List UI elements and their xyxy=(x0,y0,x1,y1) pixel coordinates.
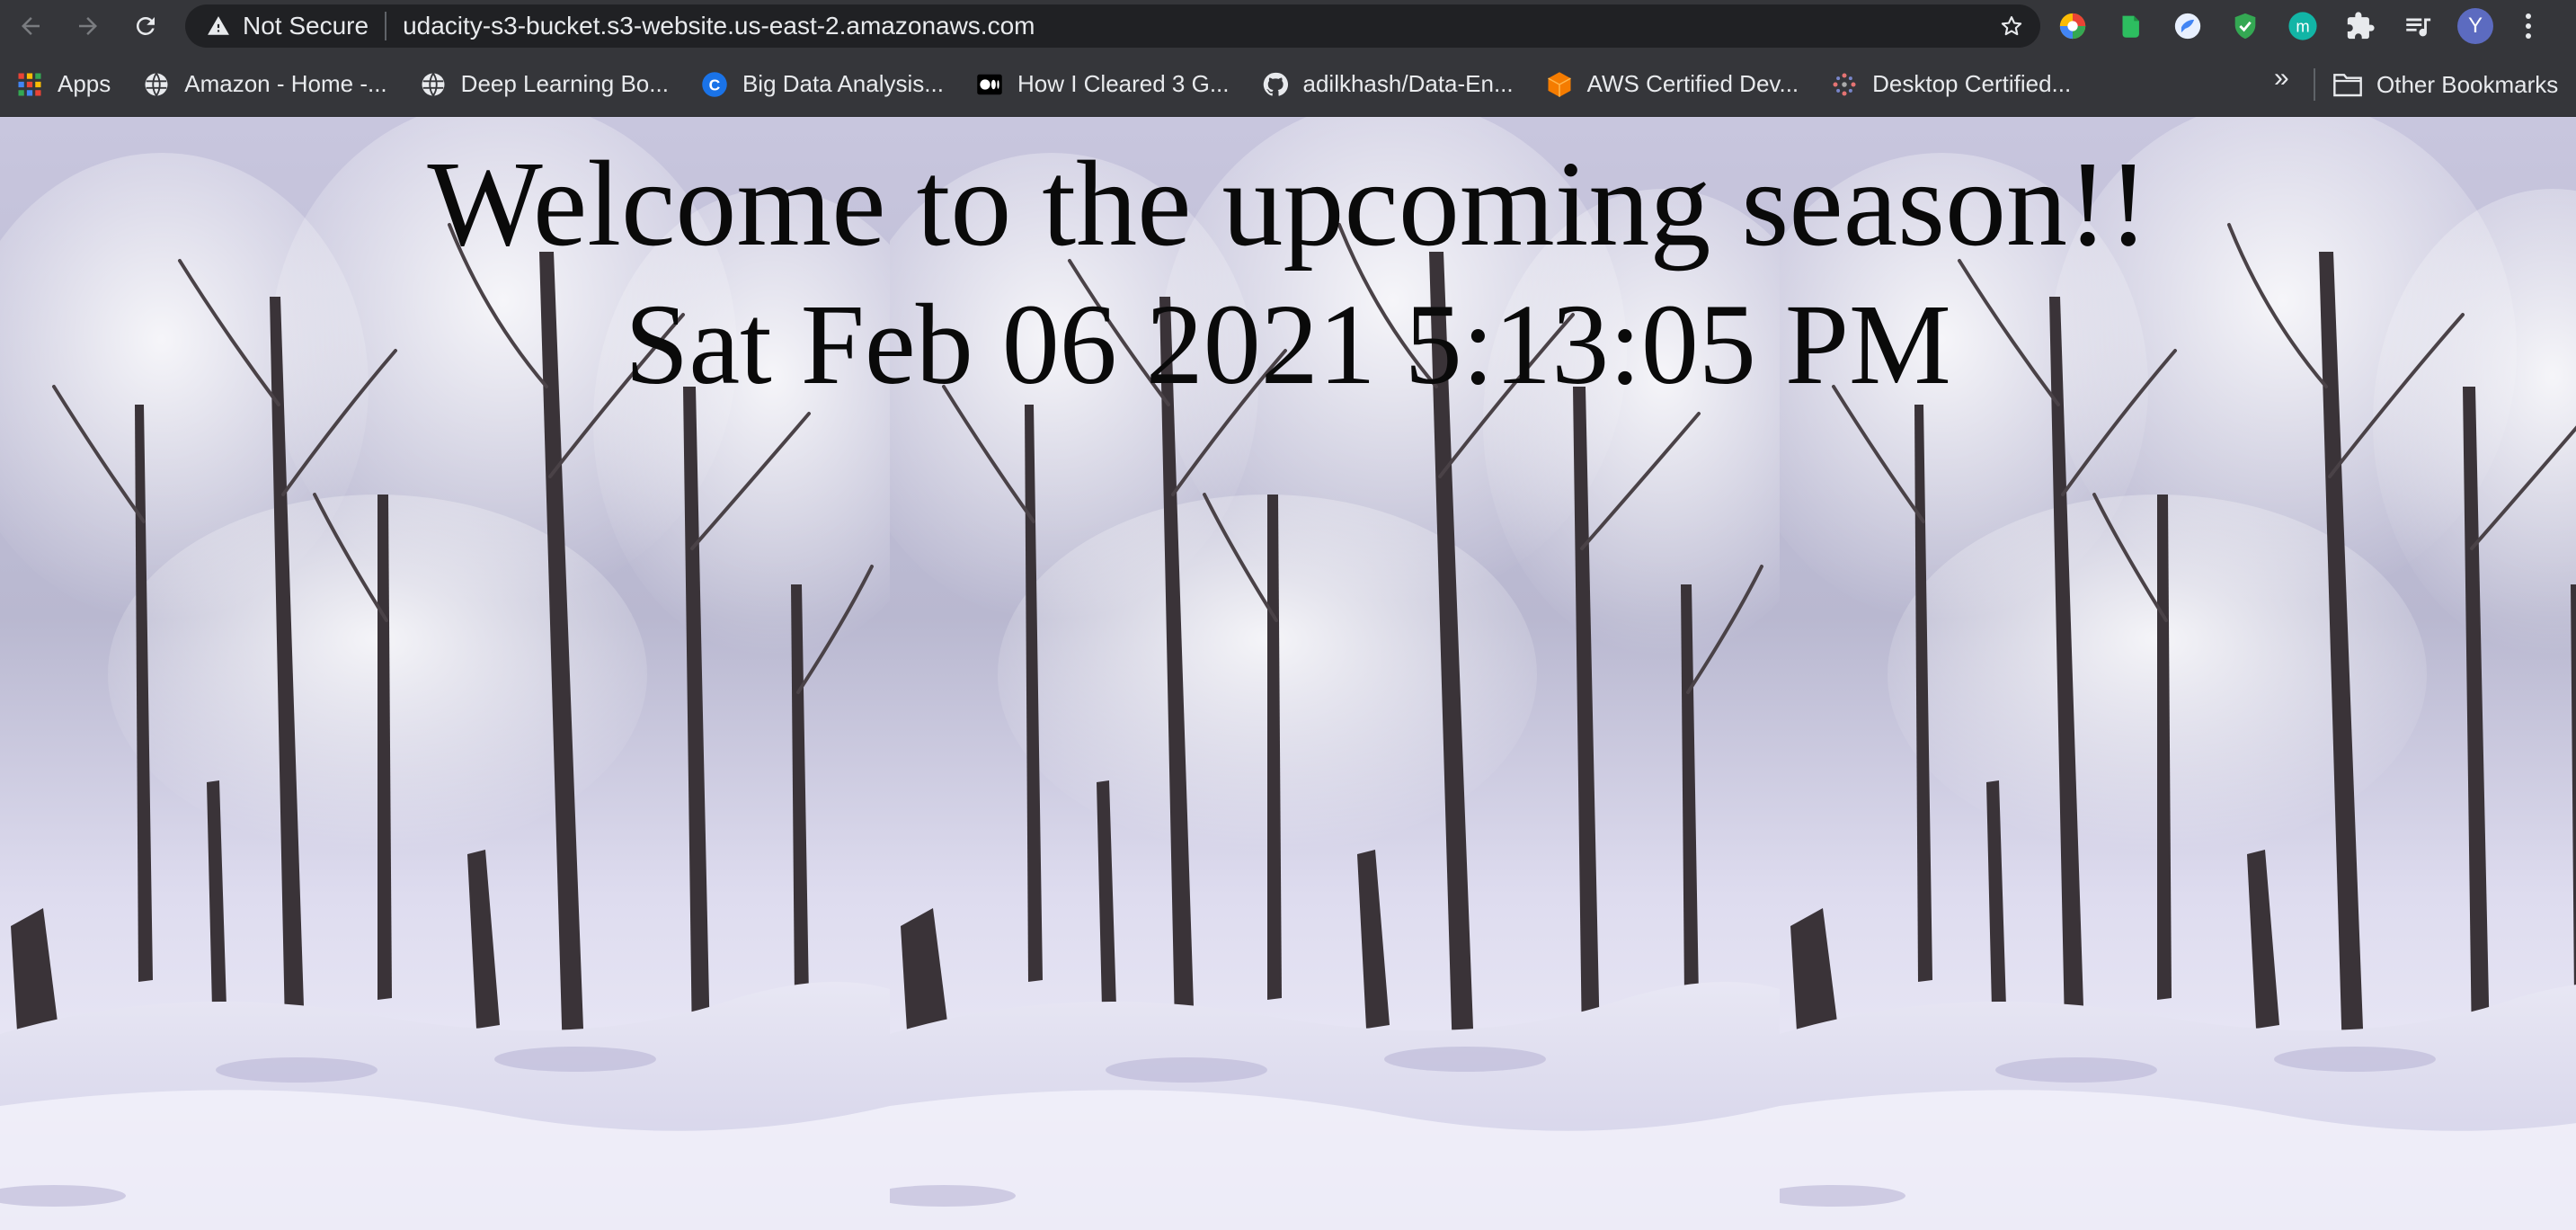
page-header: Welcome to the upcoming season!! Sat Feb… xyxy=(0,137,2576,412)
bookmark-apps[interactable]: Apps xyxy=(16,70,111,98)
arrow-left-icon xyxy=(22,17,40,35)
evernote-icon[interactable] xyxy=(2112,8,2148,44)
bookmark-github-repo[interactable]: adilkhash/Data-En... xyxy=(1262,70,1514,98)
shield-check-icon[interactable] xyxy=(2227,8,2263,44)
extensions-area: m Y xyxy=(2055,0,2542,52)
reload-button[interactable] xyxy=(124,4,167,48)
bookmark-amazon[interactable]: Amazon - Home -... xyxy=(143,70,387,98)
bookmark-star-icon[interactable] xyxy=(1999,13,2024,39)
arrow-right-icon xyxy=(79,17,97,35)
globe-icon xyxy=(420,71,447,98)
bookmarks-divider xyxy=(2314,68,2315,101)
browser-toolbar: Not Secure udacity-s3-bucket.s3-website.… xyxy=(0,0,2576,52)
bookmark-medium-article[interactable]: How I Cleared 3 G... xyxy=(976,70,1230,98)
bookmark-big-data[interactable]: C Big Data Analysis... xyxy=(701,70,944,98)
menu-kebab-icon[interactable] xyxy=(2515,8,2542,44)
color-wheel-icon[interactable] xyxy=(2055,8,2091,44)
cube-icon xyxy=(1546,71,1573,98)
bookmark-deep-learning[interactable]: Deep Learning Bo... xyxy=(420,70,669,98)
c-logo-icon: C xyxy=(701,71,728,98)
bookmark-label: How I Cleared 3 G... xyxy=(1017,70,1230,97)
url-text[interactable]: udacity-s3-bucket.s3-website.us-east-2.a… xyxy=(386,12,1035,40)
media-control-icon[interactable] xyxy=(2400,8,2436,44)
bookmark-aws-certified[interactable]: AWS Certified Dev... xyxy=(1546,70,1799,98)
other-bookmarks-folder[interactable]: Other Bookmarks xyxy=(2333,52,2558,117)
m-extension-icon[interactable]: m xyxy=(2285,8,2321,44)
svg-text:C: C xyxy=(709,76,721,94)
globe-icon xyxy=(143,71,170,98)
apps-grid-icon xyxy=(16,71,43,98)
security-status[interactable]: Not Secure xyxy=(243,12,387,40)
bookmark-label: Apps xyxy=(58,70,111,97)
bookmarks-bar: Apps Amazon - Home -... Deep Learning Bo… xyxy=(0,52,2576,117)
address-bar[interactable]: Not Secure udacity-s3-bucket.s3-website.… xyxy=(185,4,2040,48)
reload-icon xyxy=(136,16,155,35)
bird-extension-icon[interactable] xyxy=(2170,8,2206,44)
bookmark-label: Amazon - Home -... xyxy=(184,70,387,97)
bookmark-label: Deep Learning Bo... xyxy=(460,70,669,97)
sparkle-icon xyxy=(1831,71,1858,98)
warning-icon xyxy=(208,16,229,35)
puzzle-icon[interactable] xyxy=(2342,8,2378,44)
bookmark-label: adilkhash/Data-En... xyxy=(1302,70,1514,97)
bookmarks-overflow-button[interactable]: » xyxy=(2274,63,2289,94)
folder-icon xyxy=(2333,74,2362,97)
svg-text:m: m xyxy=(2296,16,2309,35)
bookmark-label: Desktop Certified... xyxy=(1872,70,2072,97)
forward-button[interactable] xyxy=(67,4,110,48)
profile-avatar[interactable]: Y xyxy=(2457,8,2493,44)
bookmark-label: Big Data Analysis... xyxy=(742,70,944,97)
web-page-content: Welcome to the upcoming season!! Sat Feb… xyxy=(0,117,2576,1230)
bookmark-desktop-certified[interactable]: Desktop Certified... xyxy=(1831,70,2071,98)
other-bookmarks-label: Other Bookmarks xyxy=(2376,70,2559,98)
back-button[interactable] xyxy=(9,4,52,48)
github-icon xyxy=(1262,71,1289,98)
datetime-display: Sat Feb 06 2021 5:13:05 PM xyxy=(625,281,1951,408)
welcome-heading: Welcome to the upcoming season!! xyxy=(427,137,2149,272)
bookmark-label: AWS Certified Dev... xyxy=(1586,70,1799,97)
medium-logo-icon xyxy=(976,71,1003,98)
